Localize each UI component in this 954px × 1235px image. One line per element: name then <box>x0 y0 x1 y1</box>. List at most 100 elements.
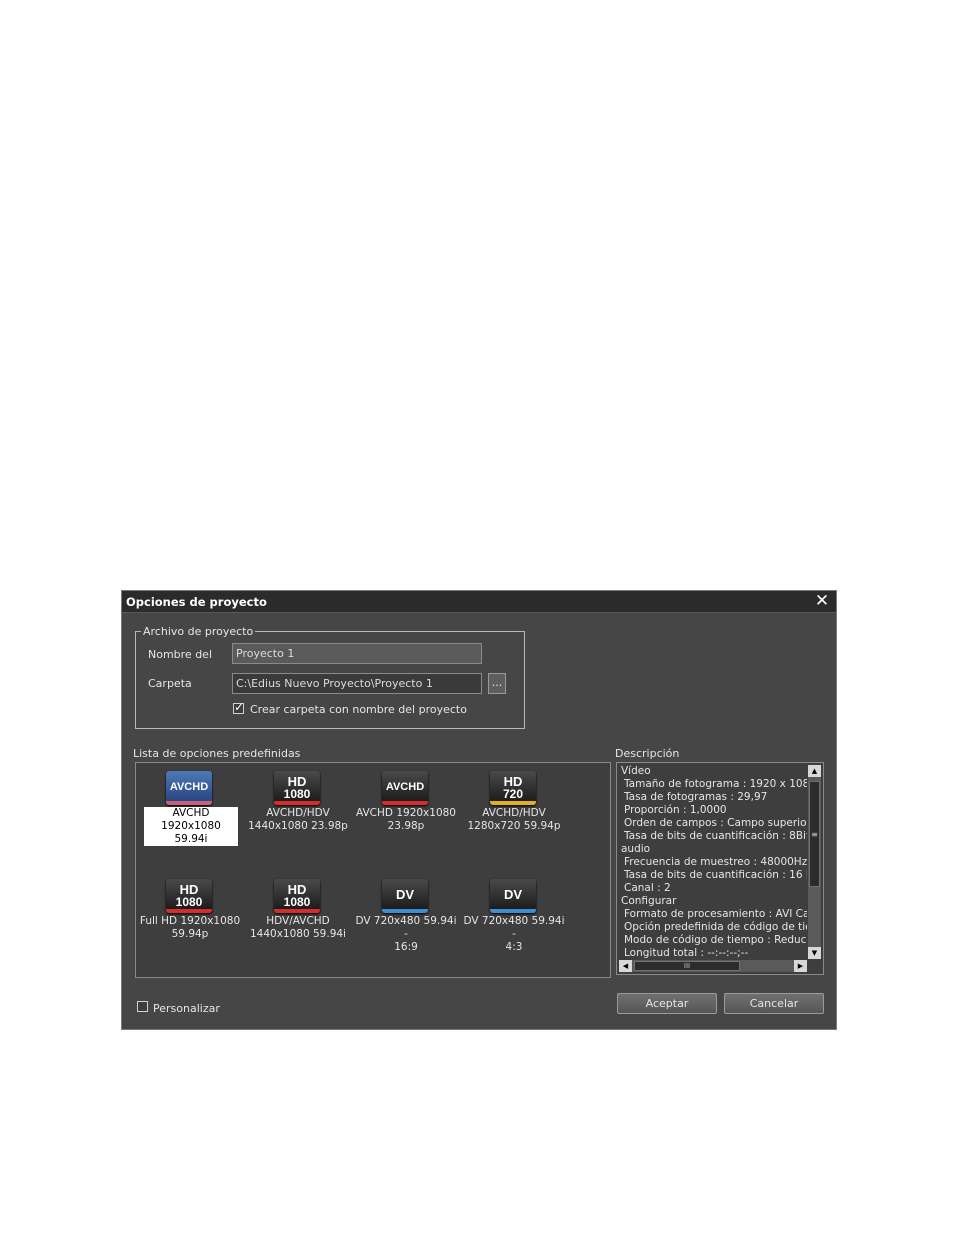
preset-label-line2: 1440x1080 59.94i <box>250 928 346 940</box>
description-line: Vídeo <box>621 765 651 777</box>
close-icon[interactable]: ✕ <box>814 592 830 610</box>
preset-label-line1: AVCHD 1920x1080 <box>161 807 221 832</box>
browse-folder-button[interactable]: ... <box>488 673 506 694</box>
description-line: Orden de campos : Campo superior <box>624 817 807 829</box>
preset-label: AVCHD/HDV 1440x1080 23.98p <box>246 807 350 833</box>
title-bar[interactable]: Opciones de proyecto ✕ <box>122 591 836 613</box>
description-line: Tasa de fotogramas : 29,97 <box>624 791 768 803</box>
dialog-title: Opciones de proyecto <box>126 595 267 609</box>
description-panel[interactable]: Vídeo Tamaño de fotograma : 1920 x 1080 Ta… <box>616 762 824 975</box>
preset-label-line1: DV 720x480 59.94i - <box>463 915 565 940</box>
preset-label-line1: AVCHD/HDV <box>266 807 330 819</box>
hd1080-icon: HD 1080 <box>166 879 212 913</box>
description-line: Tamaño de fotograma : 1920 x 1080 <box>624 778 807 790</box>
avchd-icon: AVCHD <box>382 771 428 805</box>
create-folder-label: Crear carpeta con nombre del proyecto <box>250 703 467 716</box>
preset-item[interactable]: AVCHD AVCHD 1920x1080 23.98p <box>354 763 458 843</box>
preset-label: DV 720x480 59.94i -16:9 <box>354 915 458 954</box>
description-line: Tasa de bits de cuantificación : 8Bit <box>624 830 807 842</box>
description-line: Longitud total : --:--:--;-- <box>624 947 749 959</box>
preset-item[interactable]: DV DV 720x480 59.94i -4:3 <box>462 871 566 954</box>
scroll-up-icon[interactable]: ▲ <box>808 765 821 777</box>
preset-icon-bottom-text: 1080 <box>283 895 311 909</box>
preset-icon-strip <box>274 801 320 805</box>
preset-item[interactable]: DV DV 720x480 59.94i -16:9 <box>354 871 458 954</box>
horizontal-scrollbar[interactable]: ◀ III ▶ <box>619 960 807 972</box>
preset-label-line1: AVCHD/HDV <box>482 807 546 819</box>
description-label: Descripción <box>615 747 680 760</box>
vertical-scroll-thumb[interactable]: ≡ <box>809 781 820 887</box>
folder-path-input[interactable]: C:\Edius Nuevo Proyecto\Proyecto 1 <box>232 673 482 694</box>
preset-icon-bottom-text: 1080 <box>175 895 203 909</box>
scroll-down-icon[interactable]: ▼ <box>808 947 821 959</box>
preset-label-line2: 4:3 <box>505 941 523 953</box>
preset-label: AVCHD 1920x1080 59.94i <box>144 807 238 846</box>
preset-item[interactable]: AVCHD AVCHD 1920x1080 59.94i <box>138 763 242 846</box>
preset-label: DV 720x480 59.94i -4:3 <box>462 915 566 954</box>
preset-icon-top-text: AVCHD <box>385 781 425 793</box>
description-line: Configurar <box>621 895 677 907</box>
description-line: Proporción : 1,0000 <box>624 804 727 816</box>
preset-label-line1: AVCHD 1920x1080 <box>355 807 456 819</box>
create-folder-checkbox[interactable]: ✓ <box>233 700 245 714</box>
preset-label: AVCHD/HDV 1280x720 59.94p <box>462 807 566 833</box>
preset-icon-strip <box>166 801 212 805</box>
preset-item[interactable]: HD 720 AVCHD/HDV 1280x720 59.94p <box>462 763 566 843</box>
description-line: Formato de procesamiento : AVI Canopus H… <box>624 908 807 920</box>
scroll-right-icon[interactable]: ▶ <box>794 960 807 972</box>
preset-icon-strip <box>382 909 428 913</box>
preset-icon-top-text: DV <box>503 887 523 902</box>
customize-checkbox[interactable] <box>137 1001 148 1012</box>
preset-label-line1: DV 720x480 59.94i - <box>355 915 457 940</box>
preset-label-line2: 1280x720 59.94p <box>467 820 561 832</box>
description-line: Frecuencia de muestreo : 48000Hz <box>624 856 807 868</box>
preset-icon-bottom-text: 720 <box>502 787 524 801</box>
preset-icon-top-text: DV <box>395 887 415 902</box>
accept-button[interactable]: Aceptar <box>617 993 717 1014</box>
preset-icon-top-text: AVCHD <box>169 781 209 793</box>
folder-label: Carpeta <box>148 677 192 690</box>
preset-label-line2: 16:9 <box>394 941 418 953</box>
project-options-dialog: Opciones de proyecto ✕ Archivo de proyec… <box>121 590 837 1030</box>
customize-label: Personalizar <box>153 1002 220 1015</box>
preset-item[interactable]: HD 1080 AVCHD/HDV 1440x1080 23.98p <box>246 763 350 843</box>
cancel-button[interactable]: Cancelar <box>724 993 824 1014</box>
project-file-legend: Archivo de proyecto <box>141 625 256 638</box>
preset-label-line2: 59.94p <box>171 928 209 940</box>
horizontal-scroll-thumb[interactable]: III <box>634 961 740 971</box>
description-line: Modo de código de tiempo : Reducción <box>624 934 807 946</box>
preset-icon-strip <box>490 801 536 805</box>
preset-label: HDV/AVCHD 1440x1080 59.94i <box>246 915 350 941</box>
preset-label-line1: HDV/AVCHD <box>266 915 330 927</box>
hd720-icon: HD 720 <box>490 771 536 805</box>
vertical-scrollbar[interactable]: ▲ ≡ ▼ <box>808 765 821 959</box>
description-line: audio <box>621 843 651 855</box>
avchd-icon: AVCHD <box>166 771 212 805</box>
preset-icon-bottom-text: 1080 <box>283 787 311 801</box>
hd1080-icon: HD 1080 <box>274 771 320 805</box>
description-text: Vídeo Tamaño de fotograma : 1920 x 1080 Ta… <box>621 765 807 961</box>
preset-icon-strip <box>382 801 428 805</box>
name-label: Nombre del <box>148 648 213 661</box>
dv-icon: DV <box>490 879 536 913</box>
project-name-input[interactable]: Proyecto 1 <box>232 643 482 664</box>
preset-list[interactable]: AVCHD AVCHD 1920x1080 59.94i HD 1080 AVCHD/HD… <box>135 762 611 978</box>
preset-item[interactable]: HD 1080 HDV/AVCHD 1440x1080 59.94i <box>246 871 350 951</box>
preset-label-line2: 59.94i <box>174 833 208 845</box>
preset-label: Full HD 1920x1080 59.94p <box>138 915 242 941</box>
preset-label-line2: 1440x1080 23.98p <box>248 820 348 832</box>
preset-label: AVCHD 1920x1080 23.98p <box>354 807 458 833</box>
description-line: Opción predefinida de código de tiempo <box>624 921 807 933</box>
preset-label-line2: 23.98p <box>387 820 425 832</box>
preset-label-line1: Full HD 1920x1080 <box>139 915 241 927</box>
checkmark-icon: ✓ <box>234 700 245 714</box>
scroll-left-icon[interactable]: ◀ <box>619 960 632 972</box>
hd1080-icon: HD 1080 <box>274 879 320 913</box>
description-line: Canal : 2 <box>624 882 671 894</box>
dv-icon: DV <box>382 879 428 913</box>
description-line: Tasa de bits de cuantificación : 16 Bit <box>624 869 807 881</box>
preset-icon-strip <box>490 909 536 913</box>
preset-icon-strip <box>166 909 212 913</box>
preset-icon-strip <box>274 909 320 913</box>
preset-item[interactable]: HD 1080 Full HD 1920x1080 59.94p <box>138 871 242 951</box>
